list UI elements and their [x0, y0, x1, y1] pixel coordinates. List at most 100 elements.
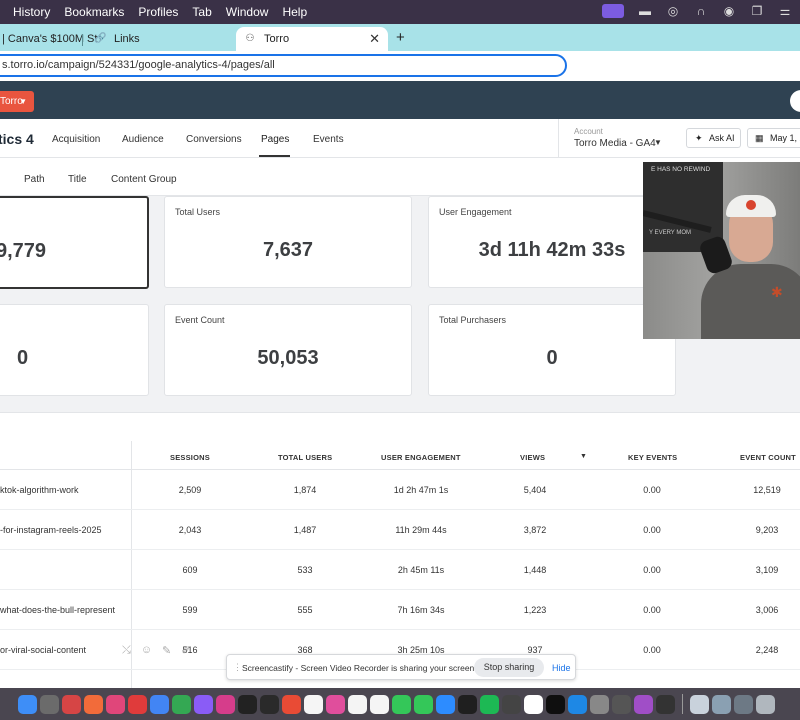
folder-icon[interactable] — [734, 694, 753, 714]
highlighter-icon[interactable]: ✐ — [181, 644, 190, 657]
app-icon[interactable] — [172, 694, 191, 714]
ask-ai-button[interactable]: ✦ Ask AI — [686, 128, 741, 148]
app-icon[interactable] — [128, 694, 147, 714]
zoom-icon[interactable] — [436, 694, 455, 714]
settings-icon[interactable]: ◎ — [666, 4, 680, 18]
table-row[interactable]: what-does-the-bull-represent 599 555 7h … — [0, 590, 800, 630]
headphones-icon[interactable]: ∩ — [694, 4, 708, 18]
tab-torro[interactable]: ⚇ Torro ✕ — [236, 27, 388, 51]
spotify-icon[interactable] — [480, 694, 499, 714]
app-icon[interactable] — [656, 694, 675, 714]
row-path[interactable]: what-does-the-bull-represent — [0, 605, 115, 615]
menu-profiles[interactable]: Profiles — [138, 5, 178, 19]
column-header-sessions[interactable]: SESSIONS — [170, 453, 210, 462]
metric-card-key-events[interactable]: 0 — [0, 304, 149, 396]
app-icon[interactable] — [370, 694, 389, 714]
menu-history[interactable]: History — [13, 5, 50, 19]
folder-icon[interactable] — [690, 694, 709, 714]
column-header-key-events[interactable]: KEY EVENTS — [628, 453, 677, 462]
tab-links[interactable]: 🔗 Links — [86, 27, 148, 51]
hubspot-icon[interactable] — [84, 694, 103, 714]
table-row[interactable]: -for-instagram-reels-2025 2,043 1,487 11… — [0, 510, 800, 550]
workspace-dropdown-button[interactable]: Torro ▼ — [0, 91, 34, 112]
facetime-icon[interactable] — [414, 694, 433, 714]
table-row[interactable]: 609 533 2h 45m 11s 1,448 0.00 3,109 — [0, 550, 800, 590]
app-icon[interactable] — [612, 694, 631, 714]
windows-icon[interactable]: ❐ — [750, 4, 764, 18]
screen-share-icon[interactable] — [602, 4, 624, 18]
app-icon[interactable] — [634, 694, 653, 714]
metric-card-total-purchasers[interactable]: Total Purchasers 0 — [428, 304, 676, 396]
date-range-button[interactable]: ▦ May 1, 2 — [747, 128, 800, 148]
row-path[interactable]: -for-instagram-reels-2025 — [0, 525, 102, 535]
battery-icon[interactable]: ▬ — [638, 4, 652, 18]
app-icon[interactable] — [502, 694, 521, 714]
control-center-icon[interactable]: ⚌ — [778, 4, 792, 18]
menu-help[interactable]: Help — [282, 5, 307, 19]
app-icon[interactable] — [216, 694, 235, 714]
metric-value: 9,779 — [0, 240, 47, 262]
subtab-content-group[interactable]: Content Group — [111, 174, 177, 185]
chevron-down-icon[interactable]: ▼ — [654, 138, 662, 147]
app-icon[interactable] — [282, 694, 301, 714]
tab-audience[interactable]: Audience — [122, 134, 164, 145]
app-icon[interactable] — [62, 694, 81, 714]
avatar[interactable] — [790, 90, 800, 112]
menu-window[interactable]: Window — [226, 5, 269, 19]
column-header-views[interactable]: VIEWS — [520, 453, 545, 462]
tab-pages[interactable]: Pages — [261, 134, 289, 145]
slack-icon[interactable] — [106, 694, 125, 714]
launchpad-icon[interactable] — [40, 694, 59, 714]
play-icon[interactable]: ◉ — [722, 4, 736, 18]
menu-bookmarks[interactable]: Bookmarks — [64, 5, 124, 19]
hide-link[interactable]: Hide — [552, 663, 571, 673]
column-header-user-engagement[interactable]: USER ENGAGEMENT — [381, 453, 461, 462]
menu-tab[interactable]: Tab — [192, 5, 211, 19]
report-nav: tics 4 Acquisition Audience Conversions … — [0, 119, 800, 158]
app-icon[interactable] — [546, 694, 565, 714]
url-bar[interactable]: s.torro.io/campaign/524331/google-analyt… — [0, 54, 567, 77]
sort-desc-icon[interactable]: ▼ — [580, 453, 587, 460]
row-path[interactable]: or-viral-social-content — [0, 645, 86, 655]
chrome-icon[interactable] — [150, 694, 169, 714]
metric-value: 7,637 — [262, 239, 314, 261]
folder-icon[interactable] — [712, 694, 731, 714]
capcut-icon[interactable] — [238, 694, 257, 714]
metric-card-user-engagement[interactable]: User Engagement 3d 11h 42m 33s — [428, 196, 676, 288]
subtab-path[interactable]: Path — [24, 174, 45, 185]
app-icon[interactable] — [348, 694, 367, 714]
messages-icon[interactable] — [392, 694, 411, 714]
app-icon[interactable] — [304, 694, 323, 714]
app-store-icon[interactable] — [568, 694, 587, 714]
metric-card-event-count[interactable]: Event Count 50,053 — [164, 304, 412, 396]
column-header-event-count[interactable]: EVENT COUNT — [740, 453, 796, 462]
crop-icon[interactable]: ⤯ — [122, 644, 131, 657]
table-row[interactable]: ktok-algorithm-work 2,509 1,874 1d 2h 47… — [0, 470, 800, 510]
drag-handle-icon[interactable]: ⋮ — [233, 662, 242, 673]
pencil-icon[interactable]: ✎ — [162, 644, 171, 657]
tab-events[interactable]: Events — [313, 134, 344, 145]
metric-card-sessions[interactable]: 9,779 — [0, 196, 149, 289]
webcam-overlay[interactable]: E HAS NO REWIND Y EVERY MOM ✱ — [643, 162, 800, 339]
subtab-title[interactable]: Title — [68, 174, 87, 185]
finder-icon[interactable] — [18, 694, 37, 714]
app-icon[interactable] — [194, 694, 213, 714]
metric-card-total-users[interactable]: Total Users 7,637 — [164, 196, 412, 288]
column-header-total-users[interactable]: TOTAL USERS — [278, 453, 332, 462]
close-tab-icon[interactable]: ✕ — [369, 31, 380, 47]
row-event-count: 3,109 — [755, 565, 779, 575]
app-icon[interactable] — [326, 694, 345, 714]
tab-conversions[interactable]: Conversions — [186, 134, 242, 145]
emoji-icon[interactable]: ☺ — [141, 644, 152, 656]
calendar-icon[interactable] — [524, 694, 543, 714]
tab-acquisition[interactable]: Acquisition — [52, 134, 100, 145]
new-tab-icon[interactable]: + — [396, 29, 405, 46]
row-views: 5,404 — [523, 485, 547, 495]
row-path[interactable]: ktok-algorithm-work — [0, 485, 79, 495]
app-icon[interactable] — [458, 694, 477, 714]
chatgpt-icon[interactable] — [260, 694, 279, 714]
stop-sharing-button[interactable]: Stop sharing — [474, 658, 544, 677]
trash-icon[interactable] — [756, 694, 775, 714]
account-select[interactable]: Torro Media - GA4 — [574, 138, 656, 149]
settings-icon[interactable] — [590, 694, 609, 714]
